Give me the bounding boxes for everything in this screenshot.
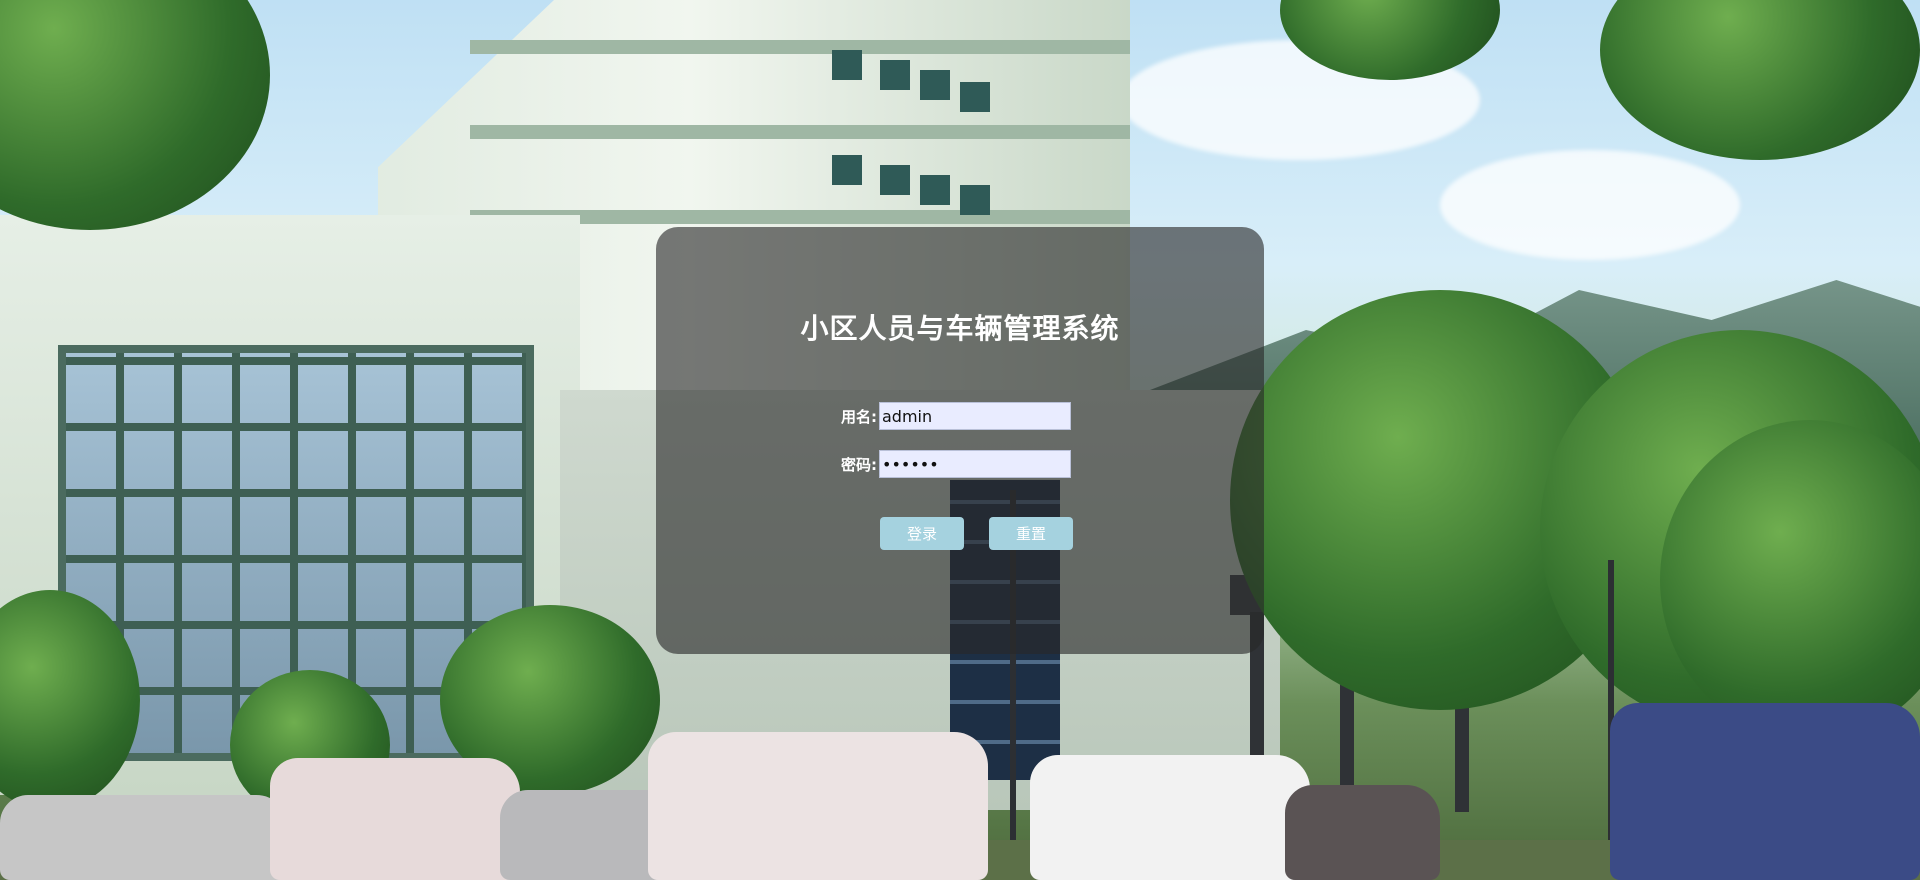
car [1610, 703, 1920, 880]
window [920, 70, 950, 100]
tower-floor [470, 40, 1130, 54]
window [960, 82, 990, 112]
window [832, 155, 862, 185]
password-label: 密码: [841, 455, 877, 474]
car [0, 795, 290, 880]
login-panel: 小区人员与车辆管理系统 用名: 密码: 登录 重置 [656, 227, 1264, 654]
cloud [1440, 150, 1740, 260]
username-label: 用名: [841, 407, 877, 426]
window [920, 175, 950, 205]
car [648, 732, 988, 880]
username-input[interactable] [879, 402, 1071, 430]
window [832, 50, 862, 80]
car [1030, 755, 1310, 880]
reset-button[interactable]: 重置 [989, 517, 1073, 550]
tower-floor [470, 125, 1130, 139]
window [880, 165, 910, 195]
window [880, 60, 910, 90]
window [960, 185, 990, 215]
password-input[interactable] [879, 450, 1071, 478]
login-button[interactable]: 登录 [880, 517, 964, 550]
tree [0, 0, 270, 230]
username-row: 用名: [832, 402, 1071, 430]
system-title: 小区人员与车辆管理系统 [800, 312, 1120, 345]
car [270, 758, 520, 880]
password-row: 密码: [832, 450, 1071, 478]
login-page: 小区人员与车辆管理系统 用名: 密码: 登录 重置 [0, 0, 1920, 880]
car [1285, 785, 1440, 880]
tree [1600, 0, 1920, 160]
